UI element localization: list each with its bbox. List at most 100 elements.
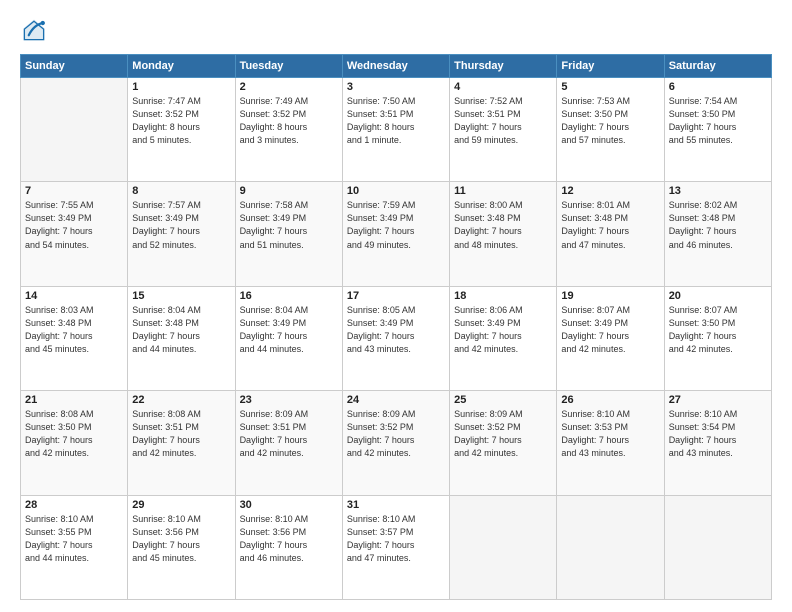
calendar-cell: 21 Sunrise: 8:08 AM Sunset: 3:50 PM Dayli… <box>21 391 128 495</box>
day-number: 2 <box>240 81 338 93</box>
day-number: 21 <box>25 394 123 406</box>
day-number: 4 <box>454 81 552 93</box>
calendar-cell: 29 Sunrise: 8:10 AM Sunset: 3:56 PM Dayli… <box>128 495 235 599</box>
day-number: 16 <box>240 290 338 302</box>
calendar-cell: 19 Sunrise: 8:07 AM Sunset: 3:49 PM Dayli… <box>557 286 664 390</box>
calendar-cell: 3Sunrise: 7:50 AM Sunset: 3:51 PM Daylig… <box>342 78 449 182</box>
weekday-header-thursday: Thursday <box>450 55 557 78</box>
week-row-2: 7 Sunrise: 7:55 AM Sunset: 3:49 PM Daylig… <box>21 182 772 286</box>
weekday-header-sunday: Sunday <box>21 55 128 78</box>
calendar-cell <box>450 495 557 599</box>
calendar-cell: 27 Sunrise: 8:10 AM Sunset: 3:54 PM Dayli… <box>664 391 771 495</box>
day-number: 10 <box>347 185 445 197</box>
logo <box>20 16 52 44</box>
day-number: 12 <box>561 185 659 197</box>
day-info: Sunrise: 7:49 AM Sunset: 3:52 PM Dayligh… <box>240 95 338 147</box>
day-number: 8 <box>132 185 230 197</box>
day-info: Sunrise: 8:00 AM Sunset: 3:48 PM Dayligh… <box>454 199 552 251</box>
day-info: Sunrise: 7:55 AM Sunset: 3:49 PM Dayligh… <box>25 199 123 251</box>
week-row-3: 14Sunrise: 8:03 AM Sunset: 3:48 PM Dayli… <box>21 286 772 390</box>
day-info: Sunrise: 8:03 AM Sunset: 3:48 PM Dayligh… <box>25 304 123 356</box>
day-number: 24 <box>347 394 445 406</box>
day-info: Sunrise: 8:10 AM Sunset: 3:56 PM Dayligh… <box>240 513 338 565</box>
day-number: 25 <box>454 394 552 406</box>
weekday-header-friday: Friday <box>557 55 664 78</box>
week-row-1: 1Sunrise: 7:47 AM Sunset: 3:52 PM Daylig… <box>21 78 772 182</box>
day-info: Sunrise: 8:05 AM Sunset: 3:49 PM Dayligh… <box>347 304 445 356</box>
calendar-cell: 11 Sunrise: 8:00 AM Sunset: 3:48 PM Dayli… <box>450 182 557 286</box>
calendar-cell: 15 Sunrise: 8:04 AM Sunset: 3:48 PM Dayli… <box>128 286 235 390</box>
weekday-header-row: SundayMondayTuesdayWednesdayThursdayFrid… <box>21 55 772 78</box>
day-number: 20 <box>669 290 767 302</box>
calendar-header: SundayMondayTuesdayWednesdayThursdayFrid… <box>21 55 772 78</box>
weekday-header-monday: Monday <box>128 55 235 78</box>
calendar-body: 1Sunrise: 7:47 AM Sunset: 3:52 PM Daylig… <box>21 78 772 600</box>
calendar-cell <box>664 495 771 599</box>
calendar-cell: 20 Sunrise: 8:07 AM Sunset: 3:50 PM Dayli… <box>664 286 771 390</box>
calendar-cell: 5Sunrise: 7:53 AM Sunset: 3:50 PM Daylig… <box>557 78 664 182</box>
day-number: 11 <box>454 185 552 197</box>
calendar-cell: 31 Sunrise: 8:10 AM Sunset: 3:57 PM Dayli… <box>342 495 449 599</box>
day-info: Sunrise: 8:10 AM Sunset: 3:55 PM Dayligh… <box>25 513 123 565</box>
day-number: 30 <box>240 499 338 511</box>
day-info: Sunrise: 7:54 AM Sunset: 3:50 PM Dayligh… <box>669 95 767 147</box>
day-number: 6 <box>669 81 767 93</box>
day-number: 22 <box>132 394 230 406</box>
weekday-header-wednesday: Wednesday <box>342 55 449 78</box>
calendar-cell: 12 Sunrise: 8:01 AM Sunset: 3:48 PM Dayli… <box>557 182 664 286</box>
weekday-header-tuesday: Tuesday <box>235 55 342 78</box>
day-number: 28 <box>25 499 123 511</box>
calendar: SundayMondayTuesdayWednesdayThursdayFrid… <box>20 54 772 600</box>
day-number: 9 <box>240 185 338 197</box>
day-number: 7 <box>25 185 123 197</box>
page: SundayMondayTuesdayWednesdayThursdayFrid… <box>0 0 792 612</box>
day-info: Sunrise: 8:10 AM Sunset: 3:56 PM Dayligh… <box>132 513 230 565</box>
calendar-cell: 22Sunrise: 8:08 AM Sunset: 3:51 PM Dayli… <box>128 391 235 495</box>
day-info: Sunrise: 7:52 AM Sunset: 3:51 PM Dayligh… <box>454 95 552 147</box>
day-info: Sunrise: 8:07 AM Sunset: 3:49 PM Dayligh… <box>561 304 659 356</box>
week-row-5: 28 Sunrise: 8:10 AM Sunset: 3:55 PM Dayli… <box>21 495 772 599</box>
calendar-cell: 8Sunrise: 7:57 AM Sunset: 3:49 PM Daylig… <box>128 182 235 286</box>
calendar-cell: 13Sunrise: 8:02 AM Sunset: 3:48 PM Dayli… <box>664 182 771 286</box>
calendar-cell: 28 Sunrise: 8:10 AM Sunset: 3:55 PM Dayli… <box>21 495 128 599</box>
day-info: Sunrise: 7:58 AM Sunset: 3:49 PM Dayligh… <box>240 199 338 251</box>
logo-icon <box>20 16 48 44</box>
day-number: 23 <box>240 394 338 406</box>
calendar-cell: 10 Sunrise: 7:59 AM Sunset: 3:49 PM Dayli… <box>342 182 449 286</box>
day-number: 15 <box>132 290 230 302</box>
calendar-cell: 2 Sunrise: 7:49 AM Sunset: 3:52 PM Daylig… <box>235 78 342 182</box>
day-info: Sunrise: 8:02 AM Sunset: 3:48 PM Dayligh… <box>669 199 767 251</box>
day-number: 27 <box>669 394 767 406</box>
day-info: Sunrise: 8:10 AM Sunset: 3:57 PM Dayligh… <box>347 513 445 565</box>
day-number: 31 <box>347 499 445 511</box>
day-info: Sunrise: 8:10 AM Sunset: 3:54 PM Dayligh… <box>669 408 767 460</box>
day-info: Sunrise: 7:53 AM Sunset: 3:50 PM Dayligh… <box>561 95 659 147</box>
calendar-cell: 14Sunrise: 8:03 AM Sunset: 3:48 PM Dayli… <box>21 286 128 390</box>
day-info: Sunrise: 8:04 AM Sunset: 3:49 PM Dayligh… <box>240 304 338 356</box>
header <box>20 16 772 44</box>
day-number: 18 <box>454 290 552 302</box>
calendar-cell: 9 Sunrise: 7:58 AM Sunset: 3:49 PM Daylig… <box>235 182 342 286</box>
day-info: Sunrise: 8:09 AM Sunset: 3:52 PM Dayligh… <box>454 408 552 460</box>
calendar-cell <box>557 495 664 599</box>
day-info: Sunrise: 7:50 AM Sunset: 3:51 PM Dayligh… <box>347 95 445 147</box>
day-info: Sunrise: 8:08 AM Sunset: 3:50 PM Dayligh… <box>25 408 123 460</box>
day-info: Sunrise: 8:06 AM Sunset: 3:49 PM Dayligh… <box>454 304 552 356</box>
week-row-4: 21 Sunrise: 8:08 AM Sunset: 3:50 PM Dayli… <box>21 391 772 495</box>
weekday-header-saturday: Saturday <box>664 55 771 78</box>
day-info: Sunrise: 8:07 AM Sunset: 3:50 PM Dayligh… <box>669 304 767 356</box>
day-info: Sunrise: 8:04 AM Sunset: 3:48 PM Dayligh… <box>132 304 230 356</box>
calendar-cell <box>21 78 128 182</box>
calendar-cell: 26 Sunrise: 8:10 AM Sunset: 3:53 PM Dayli… <box>557 391 664 495</box>
day-info: Sunrise: 8:01 AM Sunset: 3:48 PM Dayligh… <box>561 199 659 251</box>
day-number: 1 <box>132 81 230 93</box>
calendar-cell: 6 Sunrise: 7:54 AM Sunset: 3:50 PM Daylig… <box>664 78 771 182</box>
calendar-cell: 17Sunrise: 8:05 AM Sunset: 3:49 PM Dayli… <box>342 286 449 390</box>
day-info: Sunrise: 8:10 AM Sunset: 3:53 PM Dayligh… <box>561 408 659 460</box>
day-number: 19 <box>561 290 659 302</box>
day-info: Sunrise: 7:59 AM Sunset: 3:49 PM Dayligh… <box>347 199 445 251</box>
calendar-cell: 18 Sunrise: 8:06 AM Sunset: 3:49 PM Dayli… <box>450 286 557 390</box>
day-number: 26 <box>561 394 659 406</box>
day-number: 29 <box>132 499 230 511</box>
calendar-cell: 16 Sunrise: 8:04 AM Sunset: 3:49 PM Dayli… <box>235 286 342 390</box>
